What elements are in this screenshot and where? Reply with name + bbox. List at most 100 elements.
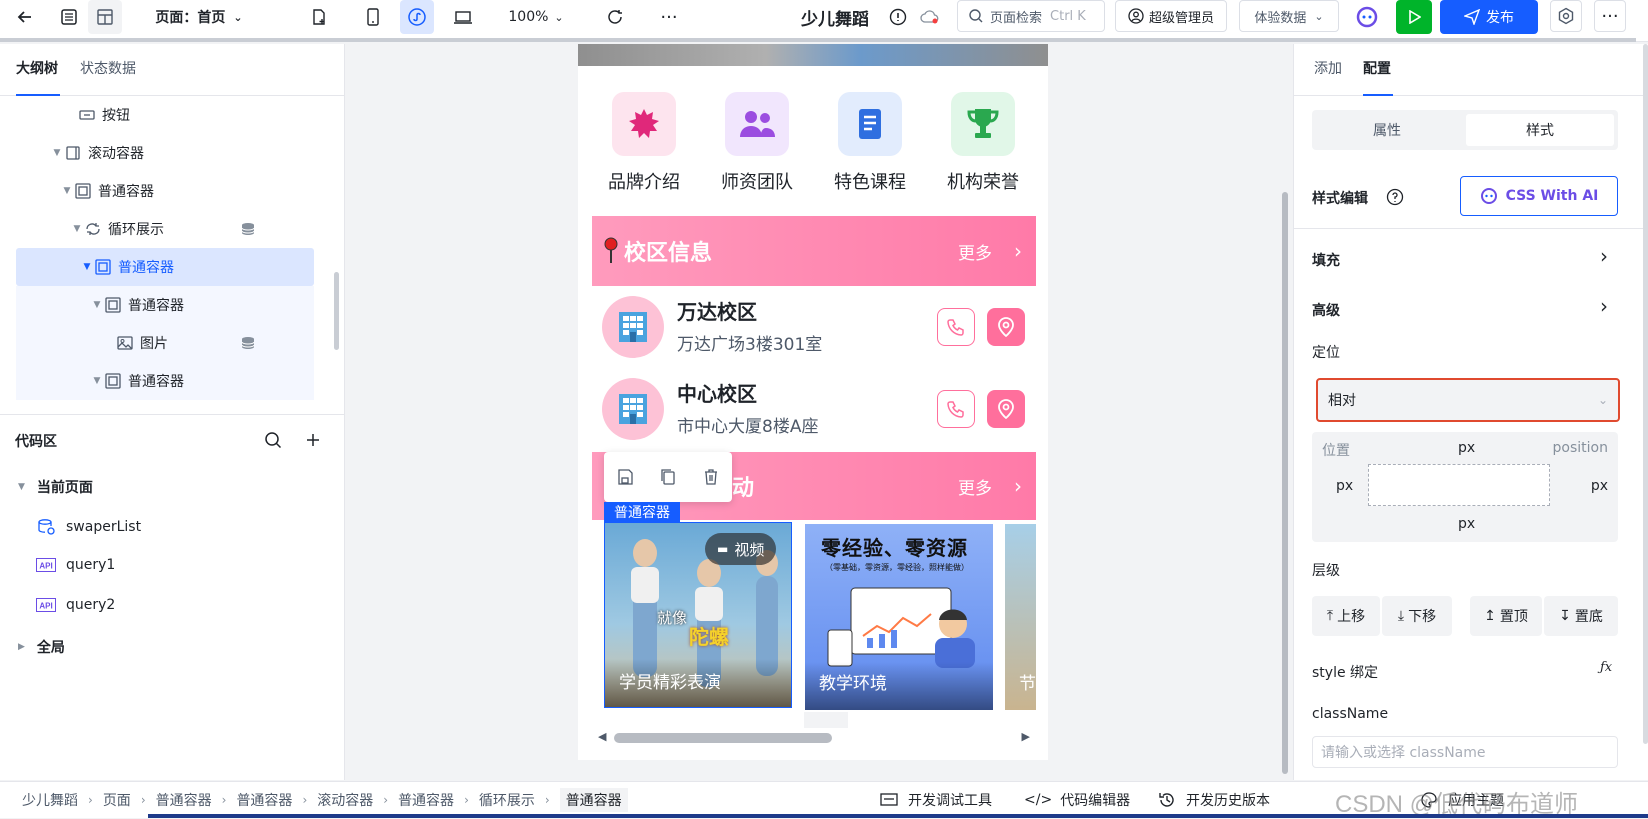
- tree-node-container[interactable]: ▼ 普通容器: [16, 286, 314, 324]
- caret-down-icon[interactable]: ▼: [80, 262, 94, 272]
- add-icon[interactable]: [304, 431, 322, 449]
- top-unit[interactable]: px: [1458, 440, 1475, 456]
- tree-node-loop[interactable]: ▼ 循环展示: [70, 210, 164, 248]
- tree-node-image[interactable]: 图片: [16, 324, 314, 362]
- video-card-partial[interactable]: 节: [1005, 524, 1036, 710]
- dev-tool-button[interactable]: 开发调试工具: [880, 790, 992, 810]
- location-button[interactable]: [987, 308, 1025, 346]
- add-page-icon[interactable]: [304, 0, 334, 34]
- canvas-scrollbar[interactable]: [1282, 192, 1288, 774]
- position-select[interactable]: 相对 ⌄: [1316, 378, 1620, 422]
- caret-down-icon[interactable]: ▼: [60, 186, 74, 196]
- tree-node-container-selected[interactable]: ▼ 普通容器: [16, 248, 314, 286]
- more-menu-icon[interactable]: ···: [1594, 0, 1626, 32]
- global-group[interactable]: ▶ 全局: [18, 637, 65, 657]
- video-card[interactable]: ▬ 视频 就像 陀螺 学员精彩表演: [604, 522, 792, 708]
- mobile-view-icon[interactable]: [358, 0, 388, 34]
- save-icon[interactable]: [616, 468, 634, 486]
- location-button[interactable]: [987, 390, 1025, 428]
- breadcrumb-item[interactable]: 页面: [103, 790, 131, 810]
- user-role-button[interactable]: 超级管理员: [1115, 0, 1227, 32]
- seg-style[interactable]: 样式: [1466, 114, 1614, 146]
- ai-assistant-icon[interactable]: [1351, 0, 1383, 34]
- code-item-query2[interactable]: API query2: [36, 597, 115, 613]
- fx-icon[interactable]: ƒx: [1600, 660, 1612, 675]
- icon-card-honors[interactable]: 机构荣誉: [931, 80, 1035, 202]
- breadcrumb-item[interactable]: 普通容器: [156, 790, 212, 810]
- desktop-view-icon[interactable]: [448, 0, 478, 34]
- tree-node-button[interactable]: 按钮: [78, 96, 130, 134]
- tree-node-container[interactable]: ▼ 普通容器: [16, 362, 314, 400]
- refresh-icon[interactable]: [600, 0, 630, 34]
- code-item-query1[interactable]: API query1: [36, 557, 115, 573]
- right-unit[interactable]: px: [1591, 478, 1608, 494]
- tab-config[interactable]: 配置: [1363, 58, 1391, 78]
- breadcrumb-item[interactable]: 滚动容器: [317, 790, 373, 810]
- copy-icon[interactable]: [659, 468, 677, 486]
- caret-down-icon[interactable]: ▼: [90, 300, 104, 310]
- tree-node-container[interactable]: ▼ 普通容器: [60, 172, 154, 210]
- breadcrumb-item[interactable]: 普通容器: [559, 788, 628, 812]
- help-icon[interactable]: [1386, 188, 1404, 206]
- page-selector[interactable]: 页面：首页 ⌄: [144, 0, 254, 34]
- classname-input[interactable]: 请输入或选择 className: [1312, 736, 1618, 768]
- scroll-right-icon[interactable]: ▶: [1022, 730, 1030, 743]
- campus-item[interactable]: 万达校区 万达广场3楼301室: [592, 286, 1036, 368]
- horizontal-scroll[interactable]: ◀ ▶: [598, 730, 1030, 746]
- breadcrumb-item[interactable]: 普通容器: [398, 790, 454, 810]
- tab-state-data[interactable]: 状态数据: [80, 58, 136, 78]
- run-button[interactable]: [1396, 0, 1432, 34]
- caret-down-icon[interactable]: ▼: [90, 376, 104, 386]
- zoom-select[interactable]: 100% ⌄: [504, 0, 568, 34]
- page-outline-icon[interactable]: [52, 0, 86, 34]
- more-link[interactable]: 更多: [958, 474, 992, 499]
- page-search-input[interactable]: 页面检索 Ctrl K: [957, 0, 1105, 32]
- advanced-section[interactable]: 高级: [1312, 300, 1340, 320]
- delete-icon[interactable]: [702, 468, 720, 486]
- phone-call-button[interactable]: [937, 390, 975, 428]
- more-link[interactable]: 更多: [958, 239, 992, 264]
- publish-button[interactable]: 发布: [1440, 0, 1538, 34]
- move-down-button[interactable]: ⤓ 下移: [1382, 596, 1452, 636]
- video-card[interactable]: 零经验、零资源 （零基础，零资源，零经验，照样能做） 教学环境: [805, 524, 993, 710]
- tab-add[interactable]: 添加: [1314, 58, 1342, 78]
- history-button[interactable]: 开发历史版本: [1158, 790, 1270, 810]
- caret-down-icon[interactable]: ▼: [50, 148, 64, 158]
- right-scrollbar[interactable]: [1643, 44, 1648, 744]
- chevron-right-icon[interactable]: ›: [1014, 239, 1022, 263]
- scroll-thumb[interactable]: [614, 733, 832, 743]
- current-page-group[interactable]: ▼ 当前页面: [18, 477, 93, 497]
- phone-call-button[interactable]: [937, 308, 975, 346]
- chevron-right-icon[interactable]: ›: [1600, 244, 1608, 268]
- code-editor-button[interactable]: </> 代码编辑器: [1024, 790, 1130, 810]
- cloud-sync-icon[interactable]: [918, 0, 942, 34]
- tree-node-scroll-container[interactable]: ▼ 滚动容器: [50, 134, 144, 172]
- more-icon[interactable]: ···: [654, 0, 684, 34]
- code-item-swaperlist[interactable]: swaperList: [36, 517, 141, 537]
- left-unit[interactable]: px: [1336, 478, 1353, 494]
- settings-icon[interactable]: [1550, 0, 1582, 32]
- icon-card-courses[interactable]: 特色课程: [818, 80, 922, 202]
- info-icon[interactable]: [886, 0, 910, 34]
- breadcrumb-item[interactable]: 少儿舞蹈: [22, 790, 78, 810]
- data-mode-select[interactable]: 体验数据 ⌄: [1239, 0, 1339, 32]
- css-with-ai-button[interactable]: CSS With AI: [1460, 176, 1618, 216]
- layout-icon[interactable]: [88, 0, 122, 34]
- search-icon[interactable]: [264, 431, 282, 449]
- miniprogram-view-icon[interactable]: [400, 0, 434, 34]
- chevron-right-icon[interactable]: ›: [1600, 294, 1608, 318]
- icon-card-brand[interactable]: 品牌介绍: [592, 80, 696, 202]
- breadcrumb-item[interactable]: 普通容器: [236, 790, 292, 810]
- tab-outline-tree[interactable]: 大纲树: [16, 58, 58, 78]
- breadcrumb-item[interactable]: 循环展示: [479, 790, 535, 810]
- chevron-right-icon[interactable]: ›: [1014, 474, 1022, 498]
- send-to-bottom-button[interactable]: ↧ 置底: [1544, 596, 1618, 636]
- seg-property[interactable]: 属性: [1312, 110, 1462, 150]
- move-up-button[interactable]: ⤒ 上移: [1312, 596, 1380, 636]
- back-icon[interactable]: [8, 0, 42, 34]
- fill-section[interactable]: 填充: [1312, 250, 1340, 270]
- top-scrollbar[interactable]: [0, 38, 1636, 42]
- scroll-left-icon[interactable]: ◀: [598, 730, 606, 743]
- icon-card-teachers[interactable]: 师资团队: [705, 80, 809, 202]
- tree-scrollbar[interactable]: [334, 272, 339, 350]
